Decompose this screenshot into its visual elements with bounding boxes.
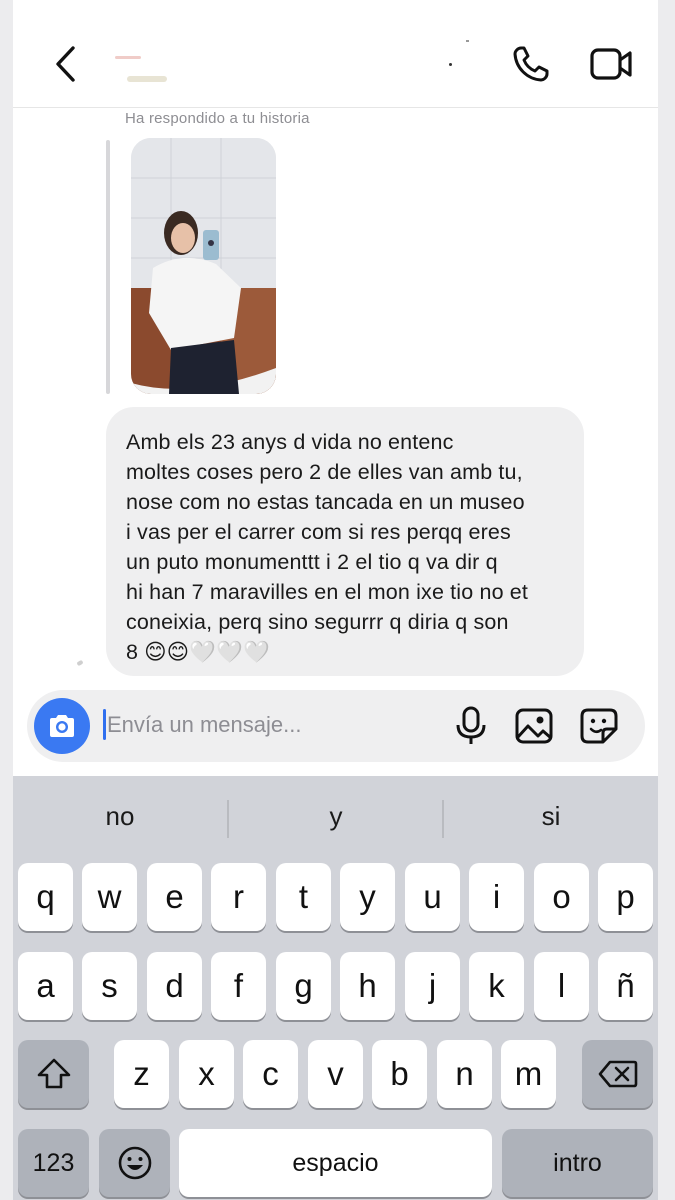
story-reply-note: Ha respondido a tu historia xyxy=(125,110,310,127)
key-s[interactable]: s xyxy=(82,952,137,1020)
message-composer xyxy=(27,690,645,762)
key-t[interactable]: t xyxy=(276,863,331,931)
reply-indicator-bar xyxy=(106,140,110,394)
space-key[interactable]: espacio xyxy=(179,1129,492,1197)
chat-header xyxy=(13,0,658,108)
return-key[interactable]: intro xyxy=(502,1129,653,1197)
shift-icon xyxy=(37,1058,70,1089)
frame-right xyxy=(658,0,675,1200)
key-enye[interactable]: ñ xyxy=(598,952,653,1020)
back-button[interactable] xyxy=(49,42,85,86)
delete-key[interactable] xyxy=(582,1040,653,1108)
call-button[interactable] xyxy=(509,42,553,86)
key-j[interactable]: j xyxy=(405,952,460,1020)
key-o[interactable]: o xyxy=(534,863,589,931)
keyboard: no y si q w e r t y u i o p a s d f g h … xyxy=(13,776,658,1200)
camera-button[interactable] xyxy=(34,698,90,754)
suggestion-2[interactable]: y xyxy=(229,776,443,856)
video-call-button[interactable] xyxy=(587,42,635,86)
key-i[interactable]: i xyxy=(469,863,524,931)
sticker-button[interactable] xyxy=(579,707,619,745)
voice-message-button[interactable] xyxy=(453,706,489,746)
key-g[interactable]: g xyxy=(276,952,331,1020)
key-q[interactable]: q xyxy=(18,863,73,931)
emoji-key[interactable] xyxy=(99,1129,170,1197)
key-p[interactable]: p xyxy=(598,863,653,931)
image-icon xyxy=(515,708,553,744)
story-photo xyxy=(131,138,276,394)
microphone-icon xyxy=(456,706,486,744)
text-caret xyxy=(103,709,106,740)
key-v[interactable]: v xyxy=(308,1040,363,1108)
key-a[interactable]: a xyxy=(18,952,73,1020)
chevron-left-icon xyxy=(56,46,75,82)
key-z[interactable]: z xyxy=(114,1040,169,1108)
key-y[interactable]: y xyxy=(340,863,395,931)
predictive-bar: no y si xyxy=(13,776,658,856)
camera-icon xyxy=(50,715,74,737)
numbers-key[interactable]: 123 xyxy=(18,1129,89,1197)
story-thumbnail[interactable] xyxy=(131,138,276,394)
backspace-icon xyxy=(598,1060,637,1088)
key-c[interactable]: c xyxy=(243,1040,298,1108)
message-input[interactable] xyxy=(107,704,447,746)
key-f[interactable]: f xyxy=(211,952,266,1020)
gallery-button[interactable] xyxy=(514,707,554,745)
key-x[interactable]: x xyxy=(179,1040,234,1108)
key-u[interactable]: u xyxy=(405,863,460,931)
key-b[interactable]: b xyxy=(372,1040,427,1108)
video-camera-icon xyxy=(590,48,632,80)
key-l[interactable]: l xyxy=(534,952,589,1020)
key-w[interactable]: w xyxy=(82,863,137,931)
key-d[interactable]: d xyxy=(147,952,202,1020)
key-m[interactable]: m xyxy=(501,1040,556,1108)
key-r[interactable]: r xyxy=(211,863,266,931)
frame-left xyxy=(0,0,13,1200)
sticker-icon xyxy=(580,708,618,744)
message-bubble[interactable]: Amb els 23 anys d vida no entenc moltes … xyxy=(106,407,584,676)
key-n[interactable]: n xyxy=(437,1040,492,1108)
emoji-icon xyxy=(118,1146,151,1180)
suggestion-1[interactable]: no xyxy=(13,776,227,856)
shift-key[interactable] xyxy=(18,1040,89,1108)
key-h[interactable]: h xyxy=(340,952,395,1020)
contact-name[interactable] xyxy=(113,40,473,82)
key-k[interactable]: k xyxy=(469,952,524,1020)
suggestion-3[interactable]: si xyxy=(444,776,658,856)
message-text: Amb els 23 anys d vida no entenc moltes … xyxy=(126,430,529,664)
key-e[interactable]: e xyxy=(147,863,202,931)
phone-icon xyxy=(513,46,549,82)
